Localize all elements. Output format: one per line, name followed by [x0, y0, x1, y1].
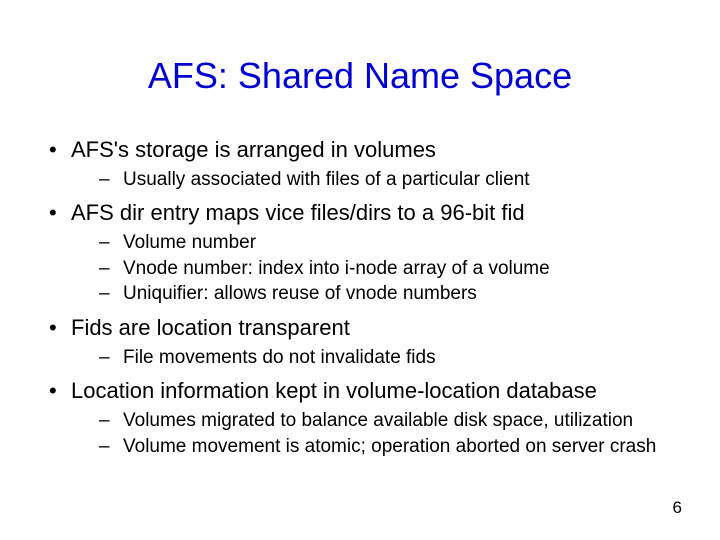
bullet-item: Fids are location transparent File movem… [43, 313, 690, 370]
bullet-item: AFS dir entry maps vice files/dirs to a … [43, 198, 690, 307]
sub-list: Usually associated with files of a parti… [71, 167, 690, 193]
bullet-text: Fids are location transparent [71, 315, 350, 340]
slide-body: AFS's storage is arranged in volumes Usu… [43, 135, 690, 465]
sub-item: Volumes migrated to balance available di… [71, 408, 690, 434]
bullet-item: Location information kept in volume-loca… [43, 376, 690, 459]
bullet-text: AFS dir entry maps vice files/dirs to a … [71, 200, 525, 225]
bullet-item: AFS's storage is arranged in volumes Usu… [43, 135, 690, 192]
sub-item: Volume number [71, 230, 690, 256]
bullet-text: Location information kept in volume-loca… [71, 378, 597, 403]
sub-list: Volumes migrated to balance available di… [71, 408, 690, 459]
page-number: 6 [673, 498, 682, 518]
sub-item: Vnode number: index into i-node array of… [71, 256, 690, 282]
sub-item: File movements do not invalidate fids [71, 345, 690, 371]
sub-list: File movements do not invalidate fids [71, 345, 690, 371]
bullet-list: AFS's storage is arranged in volumes Usu… [43, 135, 690, 459]
sub-item: Uniquifier: allows reuse of vnode number… [71, 281, 690, 307]
sub-item: Usually associated with files of a parti… [71, 167, 690, 193]
sub-item: Volume movement is atomic; operation abo… [71, 434, 690, 460]
slide-title: AFS: Shared Name Space [0, 55, 720, 97]
sub-list: Volume number Vnode number: index into i… [71, 230, 690, 307]
bullet-text: AFS's storage is arranged in volumes [71, 137, 436, 162]
slide: AFS: Shared Name Space AFS's storage is … [0, 0, 720, 540]
